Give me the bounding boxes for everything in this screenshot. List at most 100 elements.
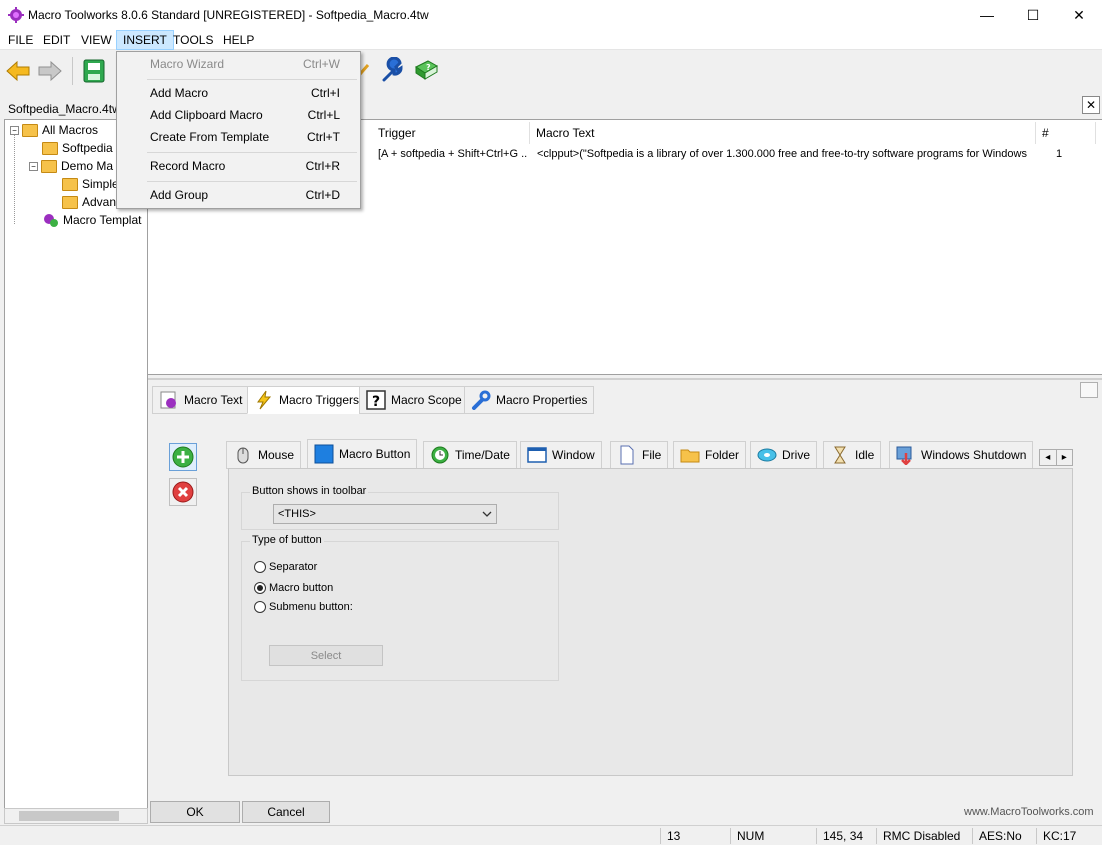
help-book-icon[interactable]: ? [412,57,440,85]
tab-label: Macro Scope [391,393,462,407]
tab-trigger-window[interactable]: Window [520,441,602,469]
scrollbar-thumb[interactable] [19,811,119,821]
folder-icon [62,177,78,191]
menu-item-add-clipboard-macro[interactable]: Add Clipboard Macro Ctrl+L [117,105,360,125]
hourglass-icon [834,446,846,464]
insert-menu-dropdown: Macro Wizard Ctrl+W Add Macro Ctrl+I Add… [116,51,361,209]
folder-open-icon [22,123,38,137]
cell-trigger[interactable]: [A + softpedia + Shift+Ctrl+G ... [378,148,528,160]
menu-item-shortcut: Ctrl+R [305,159,340,173]
back-arrow-icon[interactable] [4,57,32,85]
tree-item-label: Simple [82,177,119,191]
toolbar-select-value: <THIS> [278,508,316,520]
radio-separator[interactable]: Separator [254,561,317,573]
tab-trigger-macro-button[interactable]: Macro Button [307,439,418,469]
collapse-icon[interactable]: − [10,125,19,135]
column-header-trigger[interactable]: Trigger [372,122,530,144]
menu-insert[interactable]: INSERT [116,30,174,50]
menu-tools[interactable]: TOOLS [167,30,219,50]
lightning-icon [257,390,272,410]
tab-trigger-drive[interactable]: Drive [750,441,818,469]
select-button[interactable]: Select [269,645,383,666]
close-window-button[interactable]: ✕ [1056,0,1102,30]
minimize-button[interactable]: — [964,0,1010,30]
remove-trigger-button[interactable] [169,478,197,506]
menu-separator [147,181,357,182]
menu-bar: FILE EDIT VIEW INSERT TOOLS HELP [0,30,1102,50]
column-header-count[interactable]: # [1036,122,1096,144]
tab-macro-triggers[interactable]: Macro Triggers [247,386,367,414]
menu-item-add-macro[interactable]: Add Macro Ctrl+I [117,83,360,103]
column-header-macro-text[interactable]: Macro Text [530,122,1036,144]
tab-trigger-file[interactable]: File [610,441,669,469]
tree-item[interactable]: Macro Templat [42,211,141,229]
tree-item[interactable]: − All Macros [10,121,98,139]
type-of-button-group: Type of button Separator Macro button Su… [241,534,559,681]
remove-icon [172,481,194,503]
close-document-button[interactable]: ✕ [1082,96,1100,114]
add-trigger-button[interactable] [169,443,197,471]
menu-file[interactable]: FILE [2,30,39,50]
cancel-button[interactable]: Cancel [242,801,330,823]
minimize-icon: — [980,7,994,23]
cell-count[interactable]: 1 [1056,148,1062,160]
radio-off-icon [254,561,266,573]
toolbar-select[interactable]: <THIS> [273,504,497,524]
radio-submenu-button[interactable]: Submenu button: [254,601,353,613]
menu-item-create-from-template[interactable]: Create From Template Ctrl+T [117,127,360,147]
shutdown-icon [896,446,912,465]
ok-button[interactable]: OK [150,801,240,823]
tab-label: Idle [855,448,875,462]
status-aes: AES:No [972,828,1036,844]
wrench-icon[interactable] [378,57,406,85]
document-tab[interactable]: Softpedia_Macro.4tw [8,102,121,116]
tree-horizontal-scrollbar[interactable] [4,808,148,824]
group-title: Type of button [250,534,324,546]
menu-item-label: Add Clipboard Macro [150,108,263,122]
website-link[interactable]: www.MacroToolworks.com [964,806,1094,818]
menu-item-macro-wizard[interactable]: Macro Wizard Ctrl+W [117,54,360,74]
forward-arrow-icon[interactable] [36,57,64,85]
tab-trigger-idle[interactable]: Idle [823,441,882,469]
menu-item-label: Macro Wizard [150,57,225,71]
restore-panel-icon[interactable] [1080,382,1098,398]
tab-macro-scope[interactable]: ? Macro Scope [359,386,469,414]
tab-macro-text[interactable]: Macro Text [152,386,250,414]
clock-icon [431,446,449,464]
tree-item[interactable]: Simple [62,175,119,193]
maximize-icon: ☐ [1026,6,1040,23]
radio-label: Separator [269,561,318,573]
wrench-icon [472,390,491,410]
tab-macro-properties[interactable]: Macro Properties [464,386,595,414]
menu-item-record-macro[interactable]: Record Macro Ctrl+R [117,156,360,176]
save-icon[interactable] [80,57,108,85]
collapse-icon[interactable]: − [29,161,38,171]
menu-edit[interactable]: EDIT [37,30,76,50]
menu-separator [147,79,357,80]
menu-item-shortcut: Ctrl+W [303,57,340,71]
cell-macro-text[interactable]: <clpput>("Softpedia is a library of over… [537,148,1029,160]
menu-item-shortcut: Ctrl+L [307,108,340,122]
tab-trigger-windows-shutdown[interactable]: Windows Shutdown [889,441,1034,469]
file-icon [620,445,634,465]
status-position: 145, 34 [816,828,876,844]
app-logo-icon [8,7,24,23]
tab-trigger-time-date[interactable]: Time/Date [423,441,517,469]
tree-item[interactable]: − Demo Ma [29,157,113,175]
macro-tree: − All Macros Softpedia − Demo Ma Simple … [4,119,148,809]
tab-trigger-folder[interactable]: Folder [673,441,747,469]
menu-item-add-group[interactable]: Add Group Ctrl+D [117,185,360,205]
radio-macro-button[interactable]: Macro button [254,582,333,594]
maximize-button[interactable]: ☐ [1010,0,1056,30]
menu-view[interactable]: VIEW [75,30,118,50]
tab-scroll-buttons: ◂ ▸ [1039,449,1073,466]
close-icon: ✕ [1073,6,1085,23]
tree-item[interactable]: Advan [62,193,116,211]
tree-item-label: All Macros [42,123,99,137]
scroll-left-icon[interactable]: ◂ [1040,450,1057,465]
scroll-right-icon[interactable]: ▸ [1057,450,1073,465]
tree-item[interactable]: Softpedia [42,139,113,157]
toolbar-divider [72,57,73,85]
menu-help[interactable]: HELP [217,30,260,50]
tab-trigger-mouse[interactable]: Mouse [226,441,302,469]
